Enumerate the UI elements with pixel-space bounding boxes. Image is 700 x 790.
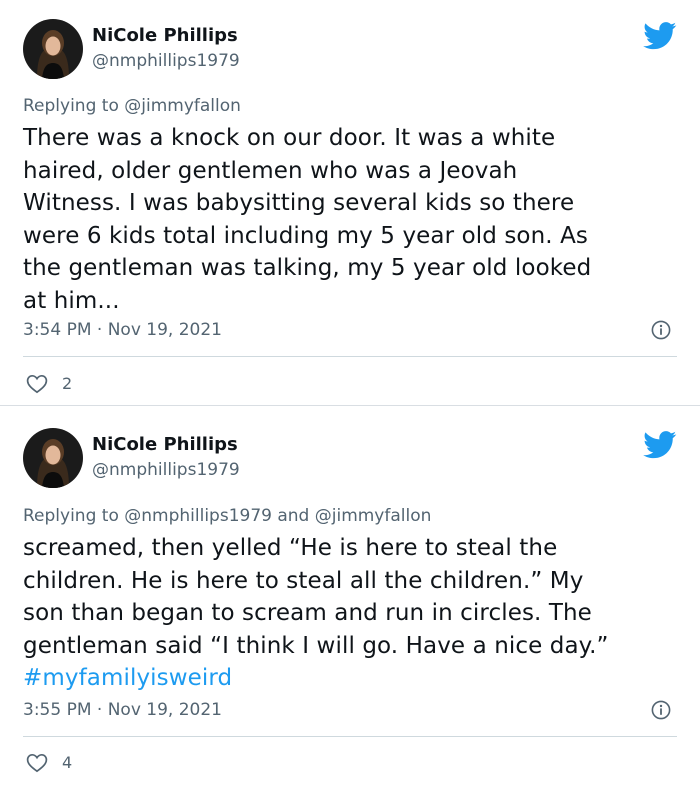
tweet-text-line: screamed, then yelled “He is here to ste… bbox=[23, 535, 558, 561]
divider bbox=[23, 736, 677, 737]
info-icon[interactable] bbox=[651, 320, 671, 340]
heart-icon[interactable] bbox=[26, 374, 48, 394]
heart-icon[interactable] bbox=[26, 753, 48, 773]
reply-context: Replying to @jimmyfallon bbox=[23, 96, 241, 116]
tweet-card: NiCole Phillips @nmphillips1979 Replying… bbox=[0, 412, 700, 790]
tweet-text: There was a knock on our door. It was a … bbox=[23, 122, 673, 317]
twitter-bird-icon[interactable] bbox=[643, 431, 677, 459]
divider bbox=[23, 356, 677, 357]
avatar[interactable] bbox=[23, 428, 83, 488]
author-name[interactable]: NiCole Phillips bbox=[92, 25, 238, 46]
like-count: 4 bbox=[62, 753, 73, 772]
tweet-text-line: There was a knock on our door. It was a … bbox=[23, 125, 556, 151]
author-handle[interactable]: @nmphillips1979 bbox=[92, 51, 240, 71]
reply-mention-link[interactable]: @nmphillips1979 and @jimmyfallon bbox=[124, 506, 431, 526]
tweet-timestamp[interactable]: 3:55 PM · Nov 19, 2021 bbox=[23, 700, 222, 720]
avatar[interactable] bbox=[23, 19, 83, 79]
reply-context: Replying to @nmphillips1979 and @jimmyfa… bbox=[23, 506, 431, 526]
hashtag-link[interactable]: #myfamilyisweird bbox=[23, 662, 673, 695]
author-name[interactable]: NiCole Phillips bbox=[92, 434, 238, 455]
twitter-bird-icon[interactable] bbox=[643, 22, 677, 50]
author-handle[interactable]: @nmphillips1979 bbox=[92, 460, 240, 480]
reply-mention-link[interactable]: @jimmyfallon bbox=[124, 96, 241, 116]
info-icon[interactable] bbox=[651, 700, 671, 720]
tweet-timestamp[interactable]: 3:54 PM · Nov 19, 2021 bbox=[23, 320, 222, 340]
tweet-text-line: the gentleman was talking, my 5 year old… bbox=[23, 255, 592, 281]
tweet-card: NiCole Phillips @nmphillips1979 Replying… bbox=[0, 0, 700, 406]
reply-prefix: Replying to bbox=[23, 506, 125, 526]
tweet-text-line: Witness. I was babysitting several kids … bbox=[23, 190, 575, 216]
tweet-text-line: were 6 kids total including my 5 year ol… bbox=[23, 222, 589, 249]
tweet-text-line: haired, older gentlemen who was a Jeovah bbox=[23, 157, 518, 184]
tweet-text-line: children. He is here to steal all the ch… bbox=[23, 567, 584, 594]
tweet-text-line: gentleman said “I think I will go. Have … bbox=[23, 632, 609, 659]
like-count: 2 bbox=[62, 374, 73, 393]
tweet-text-line: at him... bbox=[23, 287, 120, 314]
reply-prefix: Replying to bbox=[23, 96, 125, 116]
tweet-text-line: son than began to scream and run in circ… bbox=[23, 600, 592, 626]
tweet-text: screamed, then yelled “He is here to ste… bbox=[23, 532, 673, 695]
